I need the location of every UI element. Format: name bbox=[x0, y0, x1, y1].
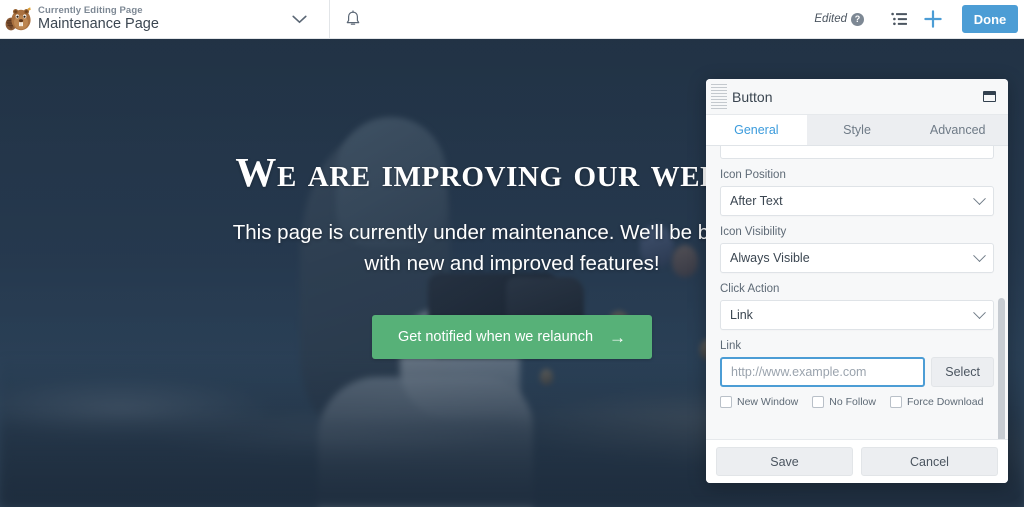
checkbox-box-icon bbox=[720, 396, 732, 408]
checkbox-box-icon bbox=[812, 396, 824, 408]
beaver-logo[interactable] bbox=[0, 0, 34, 38]
click-action-value: Link bbox=[730, 308, 975, 322]
icon-position-label: Icon Position bbox=[720, 169, 994, 181]
chevron-down-icon bbox=[973, 249, 986, 262]
chevron-down-icon bbox=[292, 15, 307, 24]
partially-visible-field[interactable] bbox=[720, 146, 994, 159]
builder-admin-bar: Currently Editing Page Maintenance Page … bbox=[0, 0, 1024, 39]
force-download-label: Force Download bbox=[907, 396, 983, 408]
edited-status: Edited ? bbox=[814, 13, 864, 26]
tab-advanced[interactable]: Advanced bbox=[907, 115, 1008, 145]
panel-footer: Save Cancel bbox=[706, 439, 1008, 483]
icon-position-value: After Text bbox=[730, 194, 975, 208]
editing-eyebrow: Currently Editing Page bbox=[38, 5, 159, 16]
bell-icon bbox=[345, 10, 361, 28]
checkbox-no-follow[interactable]: No Follow bbox=[812, 396, 876, 408]
panel-scrollbar[interactable] bbox=[998, 146, 1005, 439]
tab-style[interactable]: Style bbox=[807, 115, 908, 145]
done-button[interactable]: Done bbox=[962, 5, 1018, 33]
plus-icon bbox=[923, 9, 943, 29]
tab-general[interactable]: General bbox=[706, 115, 807, 145]
link-options: New Window No Follow Force Download bbox=[720, 396, 994, 408]
field-click-action: Click Action Link bbox=[720, 283, 994, 330]
field-icon-visibility: Icon Visibility Always Visible bbox=[720, 226, 994, 273]
outline-button[interactable] bbox=[882, 0, 916, 39]
save-button[interactable]: Save bbox=[716, 447, 853, 476]
outline-list-icon bbox=[891, 12, 908, 26]
module-settings-panel: Button General Style Advanced Icon Posit… bbox=[706, 79, 1008, 483]
help-icon[interactable]: ? bbox=[851, 13, 864, 26]
panel-body: Icon Position After Text Icon Visibility… bbox=[706, 146, 1008, 439]
hero-cta-label: Get notified when we relaunch bbox=[398, 329, 593, 345]
link-input[interactable] bbox=[720, 357, 925, 387]
checkbox-new-window[interactable]: New Window bbox=[720, 396, 798, 408]
admin-bar-actions: Edited ? Done bbox=[814, 0, 1024, 38]
chevron-down-icon bbox=[973, 306, 986, 319]
field-icon-position: Icon Position After Text bbox=[720, 169, 994, 216]
icon-visibility-select[interactable]: Always Visible bbox=[720, 243, 994, 273]
chevron-down-icon bbox=[973, 192, 986, 205]
link-select-button[interactable]: Select bbox=[931, 357, 994, 387]
page-title: Maintenance Page bbox=[38, 16, 159, 33]
add-content-button[interactable] bbox=[916, 0, 950, 39]
arrow-right-icon: → bbox=[609, 329, 626, 346]
panel-scrollbar-thumb[interactable] bbox=[998, 298, 1005, 439]
drag-handle-icon[interactable] bbox=[711, 84, 727, 110]
checkbox-box-icon bbox=[890, 396, 902, 408]
panel-tabs: General Style Advanced bbox=[706, 115, 1008, 146]
checkbox-force-download[interactable]: Force Download bbox=[890, 396, 983, 408]
icon-visibility-label: Icon Visibility bbox=[720, 226, 994, 238]
no-follow-label: No Follow bbox=[829, 396, 876, 408]
panel-header[interactable]: Button bbox=[706, 79, 1008, 115]
beaver-logo-icon bbox=[5, 6, 33, 32]
hero-cta-button[interactable]: Get notified when we relaunch → bbox=[372, 315, 652, 359]
link-label: Link bbox=[720, 340, 994, 352]
notifications-button[interactable] bbox=[330, 0, 376, 38]
icon-position-select[interactable]: After Text bbox=[720, 186, 994, 216]
builder-screen: Currently Editing Page Maintenance Page … bbox=[0, 0, 1024, 507]
toolbar-spacer bbox=[376, 0, 814, 38]
field-link: Link Select bbox=[720, 340, 994, 387]
icon-visibility-value: Always Visible bbox=[730, 251, 975, 265]
page-title-block: Currently Editing Page Maintenance Page bbox=[34, 0, 159, 38]
panel-title: Button bbox=[732, 89, 983, 105]
click-action-select[interactable]: Link bbox=[720, 300, 994, 330]
click-action-label: Click Action bbox=[720, 283, 994, 295]
window-restore-icon[interactable] bbox=[983, 91, 996, 102]
new-window-label: New Window bbox=[737, 396, 798, 408]
panel-scroll-area: Icon Position After Text Icon Visibility… bbox=[706, 146, 1008, 439]
page-menu-toggle[interactable] bbox=[271, 0, 329, 38]
cancel-button[interactable]: Cancel bbox=[861, 447, 998, 476]
edited-label: Edited bbox=[814, 13, 847, 25]
link-row: Select bbox=[720, 357, 994, 387]
